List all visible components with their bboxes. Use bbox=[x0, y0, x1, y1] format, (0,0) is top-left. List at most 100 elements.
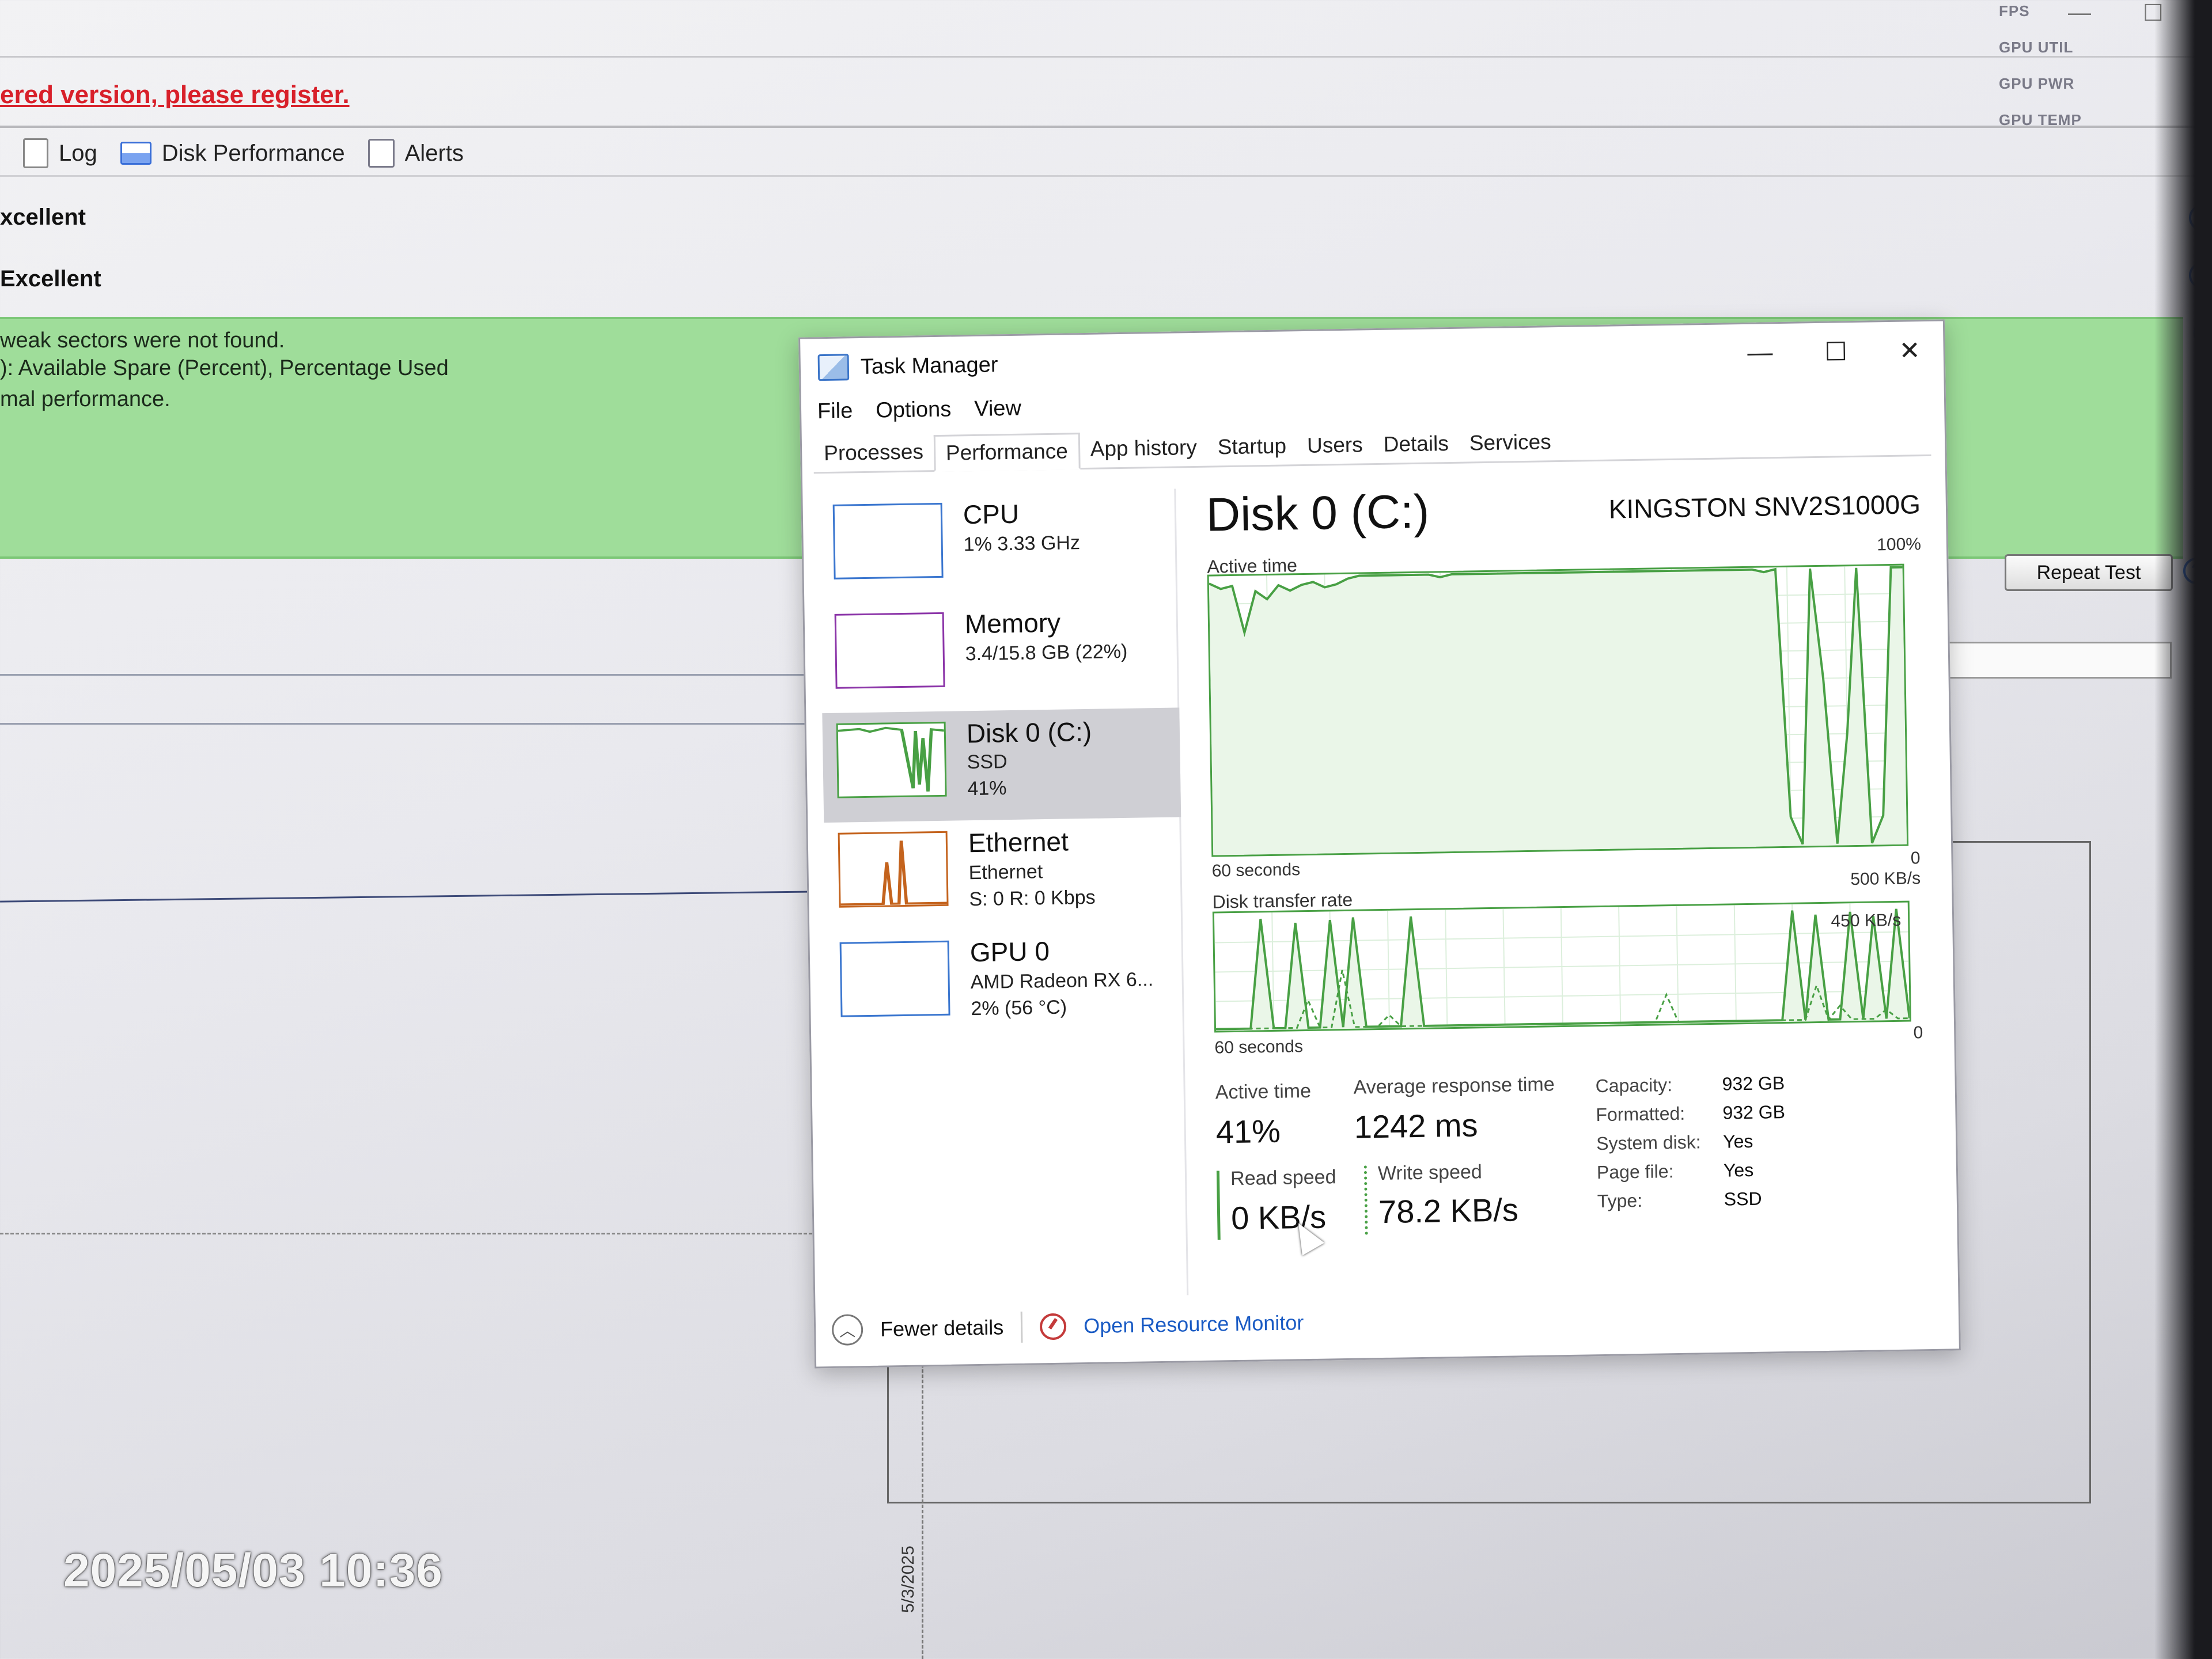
background-window-controls[interactable]: — ☐ bbox=[2068, 0, 2164, 26]
monitor-bezel bbox=[2154, 0, 2212, 1659]
divider bbox=[0, 175, 2212, 177]
divider bbox=[0, 126, 2212, 128]
background-input-field[interactable] bbox=[1930, 642, 2172, 679]
active-time-series-line-area bbox=[1209, 567, 1907, 855]
tab-startup[interactable]: Startup bbox=[1207, 429, 1297, 465]
sidebar-item-disk-0[interactable]: Disk 0 (C:) SSD 41% bbox=[822, 707, 1181, 823]
transfer-rate-mid-label: 450 KB/s bbox=[1831, 910, 1902, 931]
sidebar-item-label: Disk 0 (C:) bbox=[966, 716, 1092, 749]
property-key: Capacity: bbox=[1595, 1074, 1673, 1097]
alerts-icon bbox=[368, 139, 395, 168]
transfer-rate-chart: 450 KB/s bbox=[1212, 900, 1911, 1033]
read-speed-label: Read speed bbox=[1230, 1166, 1336, 1190]
window-title: Task Manager bbox=[860, 352, 998, 379]
menu-view[interactable]: View bbox=[974, 396, 1021, 422]
active-time-duration-label: 60 seconds bbox=[1211, 860, 1301, 881]
task-manager-app-icon bbox=[817, 354, 850, 381]
tab-details[interactable]: Details bbox=[1373, 427, 1459, 463]
toolbar-alerts-button[interactable]: Alerts bbox=[368, 139, 464, 168]
chart-gridline bbox=[922, 1354, 923, 1659]
tab-processes[interactable]: Processes bbox=[813, 435, 934, 472]
sidebar-item-detail: AMD Radeon RX 6... bbox=[970, 968, 1154, 994]
divider bbox=[0, 891, 818, 903]
disk-thumbnail-graph bbox=[836, 721, 947, 798]
toolbar-disk-performance-label: Disk Performance bbox=[161, 140, 345, 166]
toolbar-log-button[interactable]: Log bbox=[23, 138, 97, 168]
read-speed-indicator bbox=[1216, 1171, 1221, 1240]
write-speed-indicator bbox=[1363, 1165, 1368, 1235]
property-value: SSD bbox=[1724, 1188, 1762, 1210]
background-title-bar bbox=[0, 0, 2212, 58]
sidebar-item-detail: 2% (56 °C) bbox=[971, 996, 1067, 1020]
property-key: Formatted: bbox=[1596, 1103, 1685, 1126]
gpu-overlay-util: GPU UTIL bbox=[1999, 39, 2074, 56]
resource-monitor-icon bbox=[1039, 1313, 1067, 1340]
sidebar-item-label: Memory bbox=[964, 607, 1061, 639]
disk-title: Disk 0 (C:) bbox=[1206, 485, 1430, 541]
cpu-thumbnail-graph bbox=[832, 502, 944, 579]
property-key: Type: bbox=[1597, 1190, 1643, 1212]
task-manager-footer: ︿ Fewer details Open Resource Monitor bbox=[831, 1297, 1304, 1356]
tab-services[interactable]: Services bbox=[1459, 425, 1562, 462]
photo-timestamp: 2025/05/03 10:36 bbox=[63, 1544, 443, 1597]
property-value: Yes bbox=[1723, 1159, 1754, 1181]
repeat-test-button[interactable]: Repeat Test bbox=[2005, 554, 2173, 591]
toolbar-log-label: Log bbox=[59, 140, 97, 166]
gpu-overlay-pwr: GPU PWR bbox=[1999, 75, 2075, 92]
background-minimize-button[interactable]: — bbox=[2068, 0, 2091, 26]
chart-gridline bbox=[0, 1233, 864, 1234]
open-resource-monitor-link[interactable]: Open Resource Monitor bbox=[1084, 1310, 1304, 1338]
sidebar-item-detail: 3.4/15.8 GB (22%) bbox=[965, 640, 1128, 665]
toolbar-disk-performance-button[interactable]: Disk Performance bbox=[120, 141, 345, 166]
tab-app-history[interactable]: App history bbox=[1080, 431, 1207, 468]
tab-performance[interactable]: Performance bbox=[933, 433, 1081, 472]
chevron-up-icon[interactable]: ︿ bbox=[831, 1314, 863, 1346]
tab-strip: Processes Performance App history Startu… bbox=[813, 419, 1931, 474]
maximize-button[interactable]: ☐ bbox=[1824, 337, 1847, 367]
avg-response-label: Average response time bbox=[1353, 1073, 1555, 1099]
close-button[interactable]: ✕ bbox=[1899, 336, 1921, 366]
property-value: 932 GB bbox=[1722, 1073, 1785, 1094]
rating-2: Excellent bbox=[0, 266, 101, 291]
disk-detail-pane: Disk 0 (C:) KINGSTON SNV2S1000G Active t… bbox=[1206, 477, 1944, 1295]
transfer-rate-max-label: 500 KB/s bbox=[1850, 869, 1921, 889]
property-value: 932 GB bbox=[1722, 1101, 1786, 1123]
ethernet-thumbnail-graph bbox=[838, 831, 949, 908]
sidebar-item-detail: 1% 3.33 GHz bbox=[963, 532, 1081, 556]
status-line: ): Available Spare (Percent), Percentage… bbox=[0, 356, 449, 380]
fewer-details-link[interactable]: Fewer details bbox=[880, 1315, 1004, 1341]
sidebar-item-label: GPU 0 bbox=[969, 936, 1050, 968]
sidebar-item-label: CPU bbox=[963, 498, 1020, 530]
tab-users[interactable]: Users bbox=[1297, 428, 1374, 464]
rating-1: xcellent bbox=[0, 204, 86, 230]
sidebar-item-memory[interactable]: Memory 3.4/15.8 GB (22%) bbox=[820, 598, 1179, 713]
toolbar-alerts-label: Alerts bbox=[404, 140, 464, 166]
sidebar-item-label: Ethernet bbox=[968, 826, 1069, 858]
status-line: weak sectors were not found. bbox=[0, 328, 285, 353]
active-time-max-label: 100% bbox=[1876, 535, 1922, 555]
sidebar-item-detail: 41% bbox=[967, 777, 1007, 800]
menu-options[interactable]: Options bbox=[876, 397, 952, 423]
menu-bar: File Options View bbox=[817, 396, 1022, 425]
disk-model: KINGSTON SNV2S1000G bbox=[1608, 489, 1921, 524]
sidebar-item-detail: S: 0 R: 0 Kbps bbox=[969, 886, 1096, 911]
chart-date-label: 5/3/2025 bbox=[899, 1546, 918, 1613]
sidebar-item-cpu[interactable]: CPU 1% 3.33 GHz bbox=[819, 488, 1177, 604]
document-icon bbox=[23, 138, 48, 168]
task-manager-window: Task Manager — ☐ ✕ File Options View Pro… bbox=[798, 319, 1961, 1369]
minimize-button[interactable]: — bbox=[1747, 338, 1773, 368]
active-time-stat-label: Active time bbox=[1215, 1080, 1312, 1104]
sidebar-item-ethernet[interactable]: Ethernet Ethernet S: 0 R: 0 Kbps bbox=[824, 817, 1183, 932]
chart-icon bbox=[120, 142, 151, 165]
property-key: Page file: bbox=[1596, 1161, 1674, 1183]
active-time-stat-value: 41% bbox=[1215, 1112, 1281, 1150]
status-line: mal performance. bbox=[0, 387, 171, 411]
transfer-rate-min-label: 0 bbox=[1913, 1023, 1923, 1043]
register-link[interactable]: ered version, please register. bbox=[0, 81, 350, 109]
write-speed-label: Write speed bbox=[1377, 1161, 1483, 1185]
sidebar-item-gpu-0[interactable]: GPU 0 AMD Radeon RX 6... 2% (56 °C) bbox=[825, 926, 1184, 1041]
sidebar-item-detail: SSD bbox=[967, 751, 1007, 774]
menu-file[interactable]: File bbox=[817, 399, 853, 424]
active-time-min-label: 0 bbox=[1910, 849, 1921, 868]
memory-thumbnail-graph bbox=[834, 612, 945, 689]
